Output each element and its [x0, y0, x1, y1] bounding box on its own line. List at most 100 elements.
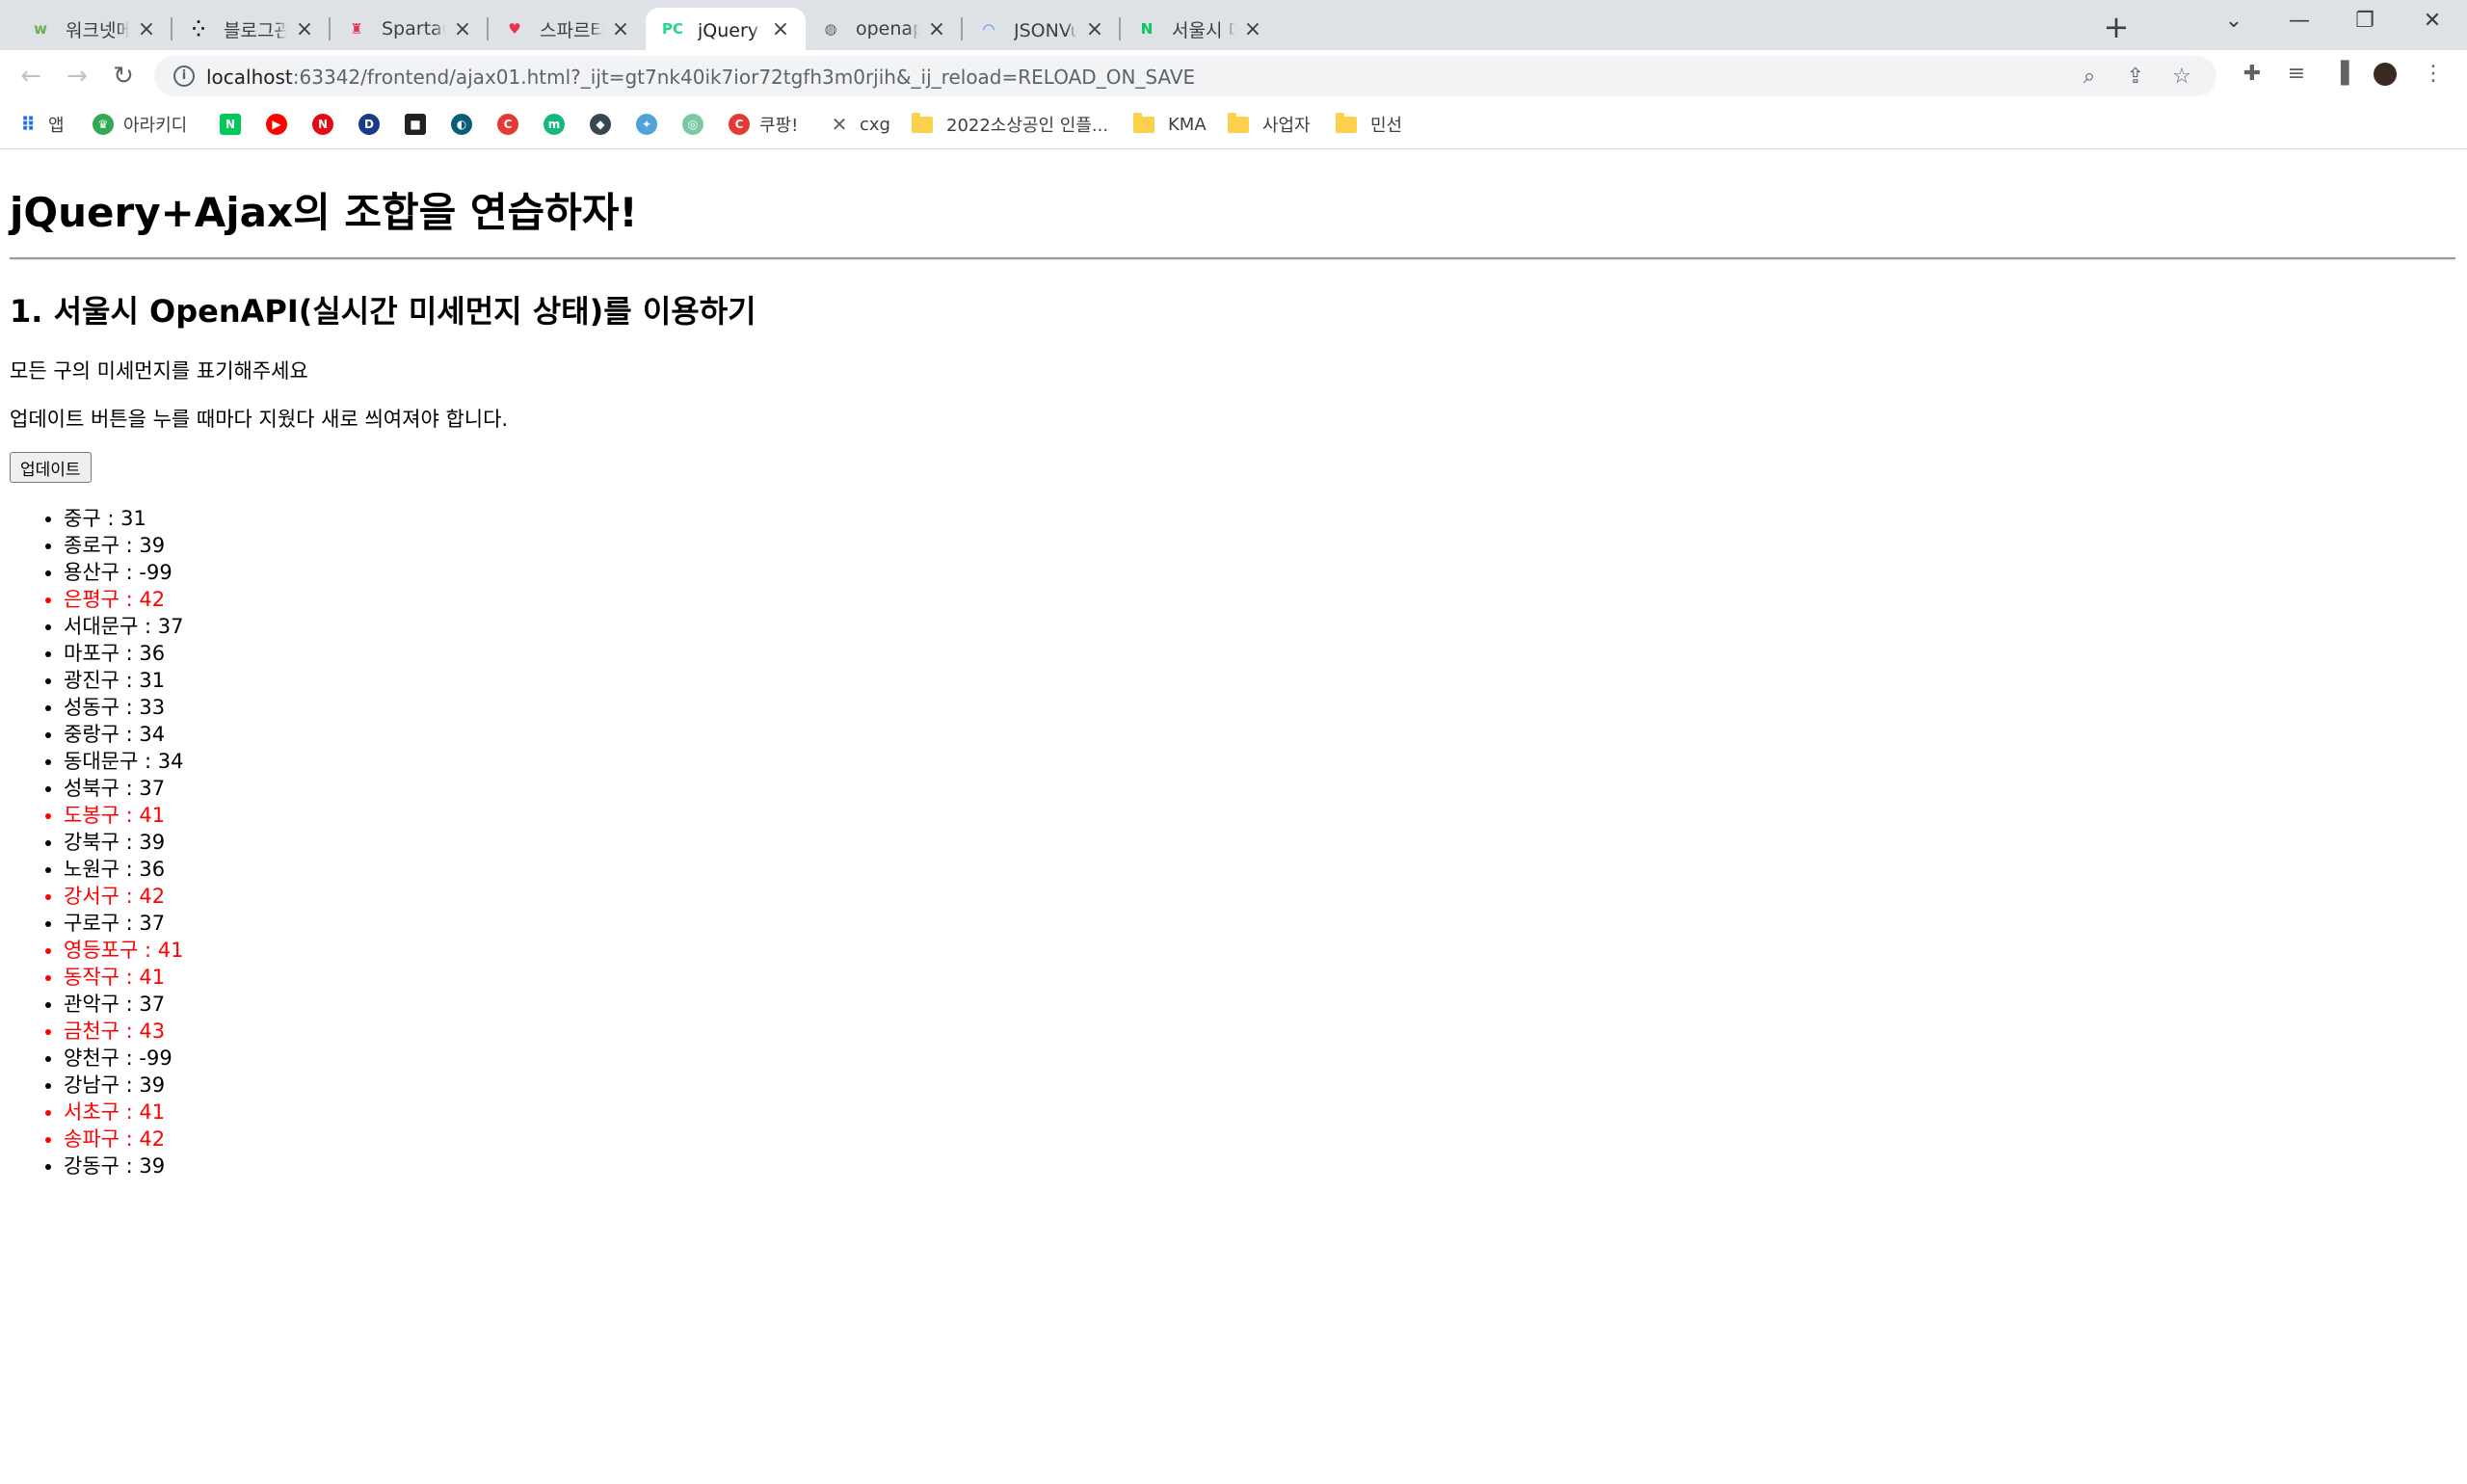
browser-tab[interactable]: ⁛ 블로그관리 | TISTORY × [172, 8, 330, 50]
district-name: 동대문구 [64, 750, 139, 773]
bookmark-item[interactable]: ■ [405, 112, 436, 137]
bookmark-item[interactable]: ✕ cxg [829, 112, 890, 137]
separator: : [119, 777, 140, 800]
bookmark-item[interactable]: ⠿ 앱 [17, 112, 64, 137]
dust-value: 36 [139, 858, 166, 881]
close-tab-icon[interactable]: × [293, 17, 316, 41]
page-content: jQuery+Ajax의 조합을 연습하자! 1. 서울시 OpenAPI(실시… [0, 149, 2467, 1484]
district-item: 영등포구 : 41 [64, 937, 183, 964]
tab-title: 스파르타코딩클럽 | 파이썬 [540, 19, 603, 41]
dust-value: 31 [120, 507, 146, 530]
arakidi-icon: ♛ [93, 114, 114, 135]
browser-tab[interactable]: N 서울시 미세먼지 : 네이버 × [1120, 8, 1278, 50]
arrow-right-icon: → [66, 62, 88, 91]
district-item: 도봉구 : 41 [64, 802, 183, 829]
cross-icon: ✕ [831, 113, 848, 136]
tab-title: 블로그관리 | TISTORY [224, 19, 287, 41]
url-text[interactable]: localhost:63342/frontend/ajax01.html?_ij… [206, 66, 1195, 89]
bookmark-item[interactable]: 사업자 [1228, 112, 1311, 137]
close-tab-icon[interactable]: × [1241, 17, 1264, 41]
bookmark-item[interactable]: ◐ [451, 112, 482, 137]
zoom-icon[interactable]: ⌕ [2076, 64, 2103, 91]
district-name: 양천구 [64, 1047, 119, 1070]
separator: : [138, 939, 158, 962]
side-panel-icon[interactable]: ▐ [2326, 60, 2355, 89]
close-window-button[interactable]: ✕ [2400, 0, 2465, 42]
forward-button[interactable]: → [60, 59, 94, 93]
browser-tab[interactable]: ◠ JSONVue - Chrome 웹 스토어 × [962, 8, 1120, 50]
close-tab-icon[interactable]: × [451, 17, 474, 41]
district-name: 서대문구 [64, 615, 139, 638]
site-info-icon[interactable]: i [173, 66, 195, 87]
separator: : [119, 1073, 140, 1097]
youtube-icon: ▶ [266, 114, 287, 135]
district-item: 양천구 : -99 [64, 1045, 183, 1072]
separator: : [138, 615, 158, 638]
separator: : [119, 885, 140, 908]
bookmark-item[interactable]: ▶ [266, 112, 297, 137]
separator: : [119, 831, 140, 854]
browser-tab[interactable]: ♜ SpartaCodingClub × [330, 8, 488, 50]
tab-search-button[interactable]: ⌄ [2201, 0, 2267, 42]
bookmark-item[interactable]: C [497, 112, 528, 137]
rainbow-icon: ◠ [983, 20, 995, 38]
tab-title: SpartaCodingClub [382, 18, 445, 40]
new-tab-button[interactable]: + [2097, 8, 2135, 46]
bookmark-item[interactable]: 2022소상공인 인플... [912, 112, 1108, 137]
dust-value: 39 [139, 1154, 166, 1178]
browser-tab[interactable]: ◍ openapi.seoul.go.kr:8088 × [804, 8, 962, 50]
bookmark-item[interactable]: N [312, 112, 343, 137]
arrow-left-icon: ← [20, 62, 41, 91]
reload-button[interactable]: ↻ [106, 59, 141, 93]
close-tab-icon[interactable]: × [769, 17, 792, 41]
close-tab-icon[interactable]: × [609, 17, 632, 41]
restore-button[interactable]: ❐ [2332, 0, 2398, 42]
separator: : [119, 642, 140, 665]
browser-tab[interactable]: ♥ 스파르타코딩클럽 | 파이썬 × [488, 8, 646, 50]
bookmark-item[interactable]: D [358, 112, 389, 137]
media-control-icon[interactable]: ≡ [2282, 60, 2311, 89]
profile-avatar[interactable] [2371, 60, 2400, 89]
close-tab-icon[interactable]: × [135, 17, 158, 41]
separator: : [119, 561, 140, 584]
district-name: 용산구 [64, 561, 119, 584]
dust-value: 31 [139, 669, 166, 692]
bookmark-item[interactable]: C 쿠팡! [729, 112, 798, 137]
bookmark-item[interactable]: m [544, 112, 574, 137]
district-item: 광진구 : 31 [64, 667, 183, 694]
district-item: 성동구 : 33 [64, 694, 183, 721]
browser-tab[interactable]: PC jQuery 연습하고 가기! × [646, 8, 806, 50]
bookmark-item[interactable]: KMA [1133, 112, 1207, 137]
back-button[interactable]: ← [13, 59, 48, 93]
coupang-icon: C [729, 114, 750, 135]
bookmark-item[interactable]: ◎ [682, 112, 713, 137]
extensions-icon[interactable]: ✚ [2238, 60, 2267, 89]
district-item: 관악구 : 37 [64, 991, 183, 1018]
minimize-button[interactable]: — [2267, 0, 2332, 42]
browser-tab[interactable]: w 워크넷메인 - 구인/구직 × [13, 8, 172, 50]
bookmark-label: 민선 [1370, 116, 1403, 136]
bookmark-star-icon[interactable]: ☆ [2168, 64, 2195, 91]
address-bar[interactable]: i localhost:63342/frontend/ajax01.html?_… [154, 56, 2216, 96]
separator: : [119, 534, 140, 557]
update-button[interactable]: 업데이트 [10, 452, 92, 483]
district-name: 도봉구 [64, 804, 119, 827]
menu-kebab-icon[interactable]: ⋮ [2419, 60, 2448, 89]
bookmark-item[interactable]: 민선 [1336, 112, 1402, 137]
district-name: 서초구 [64, 1100, 119, 1124]
separator: : [119, 669, 140, 692]
bookmark-item[interactable]: N [220, 112, 251, 137]
close-tab-icon[interactable]: × [1083, 17, 1106, 41]
bookmark-item[interactable]: ♛ 아라키디 [93, 112, 187, 137]
share-icon[interactable]: ⇪ [2122, 64, 2149, 91]
close-tab-icon[interactable]: × [925, 17, 948, 41]
bookmark-item[interactable]: ◆ [590, 112, 621, 137]
dust-value: -99 [139, 1047, 172, 1070]
bookmark-item[interactable]: ✦ [636, 112, 667, 137]
district-item: 강서구 : 42 [64, 883, 183, 910]
separator: : [119, 858, 140, 881]
district-name: 관악구 [64, 993, 119, 1016]
bookmark-label: 사업자 [1262, 116, 1311, 136]
district-item: 송파구 : 42 [64, 1126, 183, 1153]
district-item: 서초구 : 41 [64, 1099, 183, 1126]
